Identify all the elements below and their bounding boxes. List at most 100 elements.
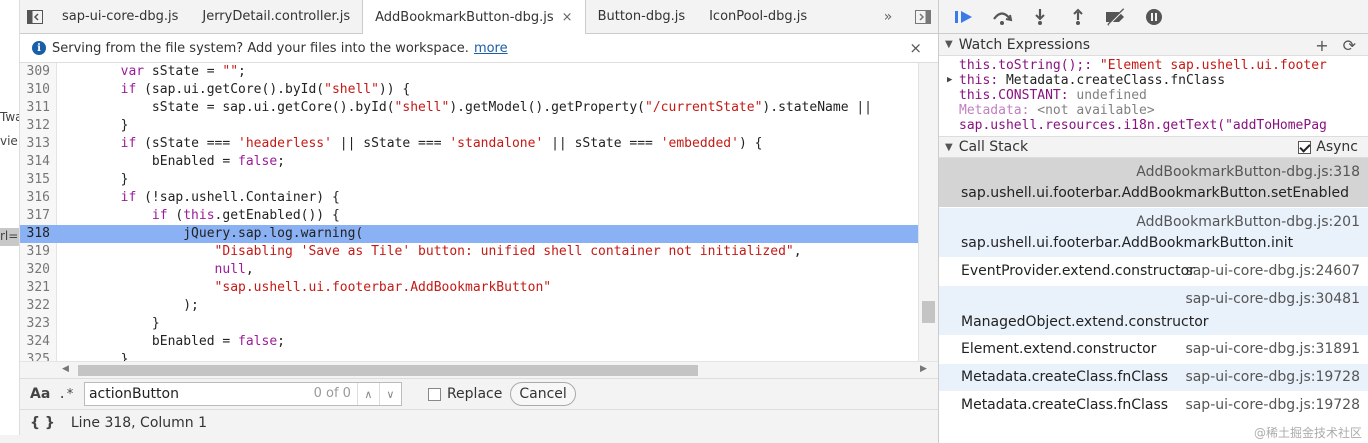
watch-expression[interactable]: this.CONSTANT: undefined bbox=[939, 88, 1368, 103]
expand-triangle-icon[interactable]: ▶ bbox=[947, 73, 952, 88]
line-number[interactable]: 312 bbox=[20, 117, 56, 135]
regex-button[interactable]: .* bbox=[58, 387, 74, 402]
tab-label: IconPool-dbg.js bbox=[709, 9, 808, 24]
call-frame-location[interactable]: AddBookmarkButton-dbg.js:318 bbox=[1136, 164, 1360, 180]
pause-on-exceptions-button[interactable] bbox=[1135, 0, 1173, 34]
code-line[interactable]: 310 if (sap.ui.getCore().byId("shell")) … bbox=[20, 81, 918, 99]
code-line[interactable]: 321 "sap.ushell.ui.footerbar.AddBookmark… bbox=[20, 279, 918, 297]
replace-checkbox[interactable] bbox=[427, 387, 441, 401]
step-over-button[interactable] bbox=[983, 0, 1021, 34]
code-line[interactable]: 320 null, bbox=[20, 261, 918, 279]
add-watch-icon[interactable]: + bbox=[1315, 36, 1328, 55]
search-input[interactable] bbox=[84, 386, 305, 402]
line-number[interactable]: 315 bbox=[20, 171, 56, 189]
line-number[interactable]: 311 bbox=[20, 99, 56, 117]
previous-match-icon[interactable]: ∧ bbox=[356, 383, 379, 405]
refresh-icon[interactable]: ⟳ bbox=[1343, 36, 1356, 55]
code-line[interactable]: 309 var sState = ""; bbox=[20, 63, 918, 81]
resume-button[interactable] bbox=[945, 0, 983, 34]
scroll-left-icon[interactable]: ◀ bbox=[62, 364, 69, 374]
match-count: 0 of 0 bbox=[313, 386, 351, 401]
cancel-button[interactable]: Cancel bbox=[510, 382, 576, 406]
call-frame-location[interactable]: sap-ui-core-dbg.js:30481 bbox=[1185, 291, 1360, 307]
code-line[interactable]: 315 } bbox=[20, 171, 918, 189]
vertical-scrollbar[interactable] bbox=[918, 63, 938, 361]
toggle-debugger-button[interactable] bbox=[908, 0, 938, 33]
call-frame-location[interactable]: sap-ui-core-dbg.js:19728 bbox=[1185, 369, 1360, 385]
step-into-icon bbox=[1035, 8, 1045, 25]
scrollbar-thumb[interactable] bbox=[78, 365, 698, 376]
horizontal-scrollbar[interactable]: ◀ ▶ bbox=[20, 361, 938, 378]
watch-expression[interactable]: this.toString();: "Element sap.ushell.ui… bbox=[939, 58, 1368, 73]
pretty-print-button[interactable]: { } bbox=[30, 415, 55, 431]
line-number[interactable]: 314 bbox=[20, 153, 56, 171]
scroll-right-icon[interactable]: ▶ bbox=[920, 364, 927, 374]
match-case-button[interactable]: Aa bbox=[30, 386, 50, 402]
call-frame-location[interactable]: AddBookmarkButton-dbg.js:201 bbox=[1136, 214, 1360, 230]
more-tabs-button[interactable]: » bbox=[868, 0, 908, 33]
line-number[interactable]: 316 bbox=[20, 189, 56, 207]
step-into-button[interactable] bbox=[1021, 0, 1059, 34]
code-editor[interactable]: 309 var sState = ""; 310 if (sap.ui.getCo… bbox=[20, 63, 918, 361]
next-match-icon[interactable]: ∨ bbox=[378, 383, 401, 405]
code-line[interactable]: 314 bEnabled = false; bbox=[20, 153, 918, 171]
tab-jerry-detail[interactable]: JerryDetail.controller.js bbox=[190, 0, 362, 33]
deactivate-breakpoints-button[interactable] bbox=[1097, 0, 1135, 34]
watch-expression[interactable]: ▶ this: Metadata.createClass.fnClass bbox=[939, 73, 1368, 88]
tab-add-bookmark-button[interactable]: AddBookmarkButton-dbg.js × bbox=[362, 0, 586, 35]
scrollbar-thumb[interactable] bbox=[922, 301, 935, 323]
watch-expression[interactable]: Metadata: <not available> bbox=[939, 103, 1368, 118]
code-line[interactable]: 323 } bbox=[20, 315, 918, 333]
line-number[interactable]: 325 bbox=[20, 351, 56, 361]
line-number[interactable]: 313 bbox=[20, 135, 56, 153]
line-number[interactable]: 324 bbox=[20, 333, 56, 351]
line-number[interactable]: 310 bbox=[20, 81, 56, 99]
call-frame[interactable]: sap-ui-core-dbg.js:24607 EventProvider.ex… bbox=[939, 258, 1368, 286]
tab-icon-pool[interactable]: IconPool-dbg.js bbox=[697, 0, 819, 33]
code-line[interactable]: 312 } bbox=[20, 117, 918, 135]
more-link[interactable]: more bbox=[474, 41, 508, 56]
code-line[interactable]: 311 sState = sap.ui.getCore().byId("shel… bbox=[20, 99, 918, 117]
line-number[interactable]: 320 bbox=[20, 261, 56, 279]
line-number[interactable]: 321 bbox=[20, 279, 56, 297]
code-line[interactable]: 319 "Disabling 'Save as Tile' button: un… bbox=[20, 243, 918, 261]
line-number[interactable]: 309 bbox=[20, 63, 56, 81]
line-number[interactable]: 318 bbox=[20, 225, 56, 243]
line-number[interactable]: 319 bbox=[20, 243, 56, 261]
async-checkbox[interactable] bbox=[1298, 140, 1312, 154]
call-frame[interactable]: sap-ui-core-dbg.js:30481 ManagedObject.ex… bbox=[939, 286, 1368, 336]
call-frame-location[interactable]: sap-ui-core-dbg.js:24607 bbox=[1185, 263, 1360, 279]
code-text: "Disabling 'Save as Tile' button: unifie… bbox=[56, 243, 802, 261]
call-frame[interactable]: sap-ui-core-dbg.js:19728 Metadata.createC… bbox=[939, 392, 1368, 420]
call-frame-selected[interactable]: AddBookmarkButton-dbg.js:318 sap.ushell.u… bbox=[939, 158, 1368, 208]
code-line[interactable]: 313 if (sState === 'headerless' || sStat… bbox=[20, 135, 918, 153]
close-tab-icon[interactable]: × bbox=[562, 10, 573, 25]
step-out-button[interactable] bbox=[1059, 0, 1097, 34]
call-frame-location[interactable]: sap-ui-core-dbg.js:19728 bbox=[1185, 397, 1360, 413]
code-line[interactable]: 316 if (!sap.ushell.Container) { bbox=[20, 189, 918, 207]
code-line[interactable]: 322 ); bbox=[20, 297, 918, 315]
call-frame-location[interactable]: sap-ui-core-dbg.js:31891 bbox=[1185, 341, 1360, 357]
source-tab-bar: sap-ui-core-dbg.js JerryDetail.controlle… bbox=[20, 0, 938, 35]
tab-button[interactable]: Button-dbg.js bbox=[586, 0, 698, 33]
code-line-current[interactable]: 318 jQuery.sap.log.warning( bbox=[20, 225, 918, 243]
async-toggle[interactable]: Async bbox=[1298, 139, 1358, 155]
line-number[interactable]: 317 bbox=[20, 207, 56, 225]
code-token: if bbox=[120, 136, 137, 151]
close-icon[interactable]: × bbox=[909, 39, 922, 57]
call-frame[interactable]: sap-ui-core-dbg.js:31891 Element.extend.c… bbox=[939, 336, 1368, 364]
line-number[interactable]: 322 bbox=[20, 297, 56, 315]
call-frame[interactable]: AddBookmarkButton-dbg.js:201 sap.ushell.u… bbox=[939, 208, 1368, 258]
code-line[interactable]: 317 if (this.getEnabled()) { bbox=[20, 207, 918, 225]
watch-expressions-header[interactable]: ▼ Watch Expressions + ⟳ bbox=[939, 34, 1368, 56]
async-label: Async bbox=[1316, 139, 1358, 155]
code-line[interactable]: 325 } bbox=[20, 351, 918, 361]
code-line[interactable]: 324 bEnabled = false; bbox=[20, 333, 918, 351]
call-stack-header[interactable]: ▼ Call Stack Async bbox=[939, 136, 1368, 158]
call-frame[interactable]: sap-ui-core-dbg.js:19728 Metadata.createC… bbox=[939, 364, 1368, 392]
watch-expression[interactable]: sap.ushell.resources.i18n.getText("addTo… bbox=[939, 118, 1368, 133]
line-number[interactable]: 323 bbox=[20, 315, 56, 333]
toggle-navigator-button[interactable] bbox=[20, 0, 50, 33]
tab-sap-ui-core[interactable]: sap-ui-core-dbg.js bbox=[50, 0, 190, 33]
